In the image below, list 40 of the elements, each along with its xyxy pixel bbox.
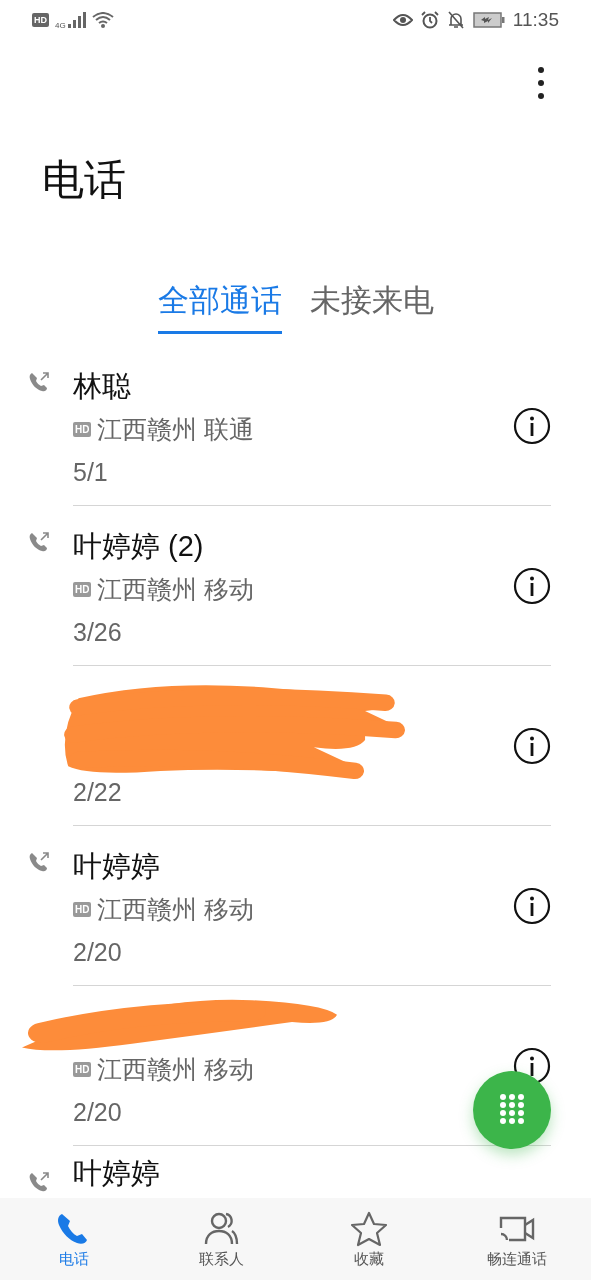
info-icon[interactable] (513, 566, 551, 605)
info-icon[interactable] (513, 726, 551, 765)
hd-badge: HD (73, 1062, 92, 1077)
more-options-icon[interactable] (537, 66, 545, 100)
network-label: 4G (55, 20, 66, 30)
call-date: 3/26 (73, 616, 123, 648)
nav-tab[interactable]: 电话 (0, 1198, 148, 1280)
caller-location: 江西赣州 移动 (97, 894, 255, 925)
alarm-icon (420, 11, 439, 29)
contact-name: 叶婷婷 (73, 1156, 160, 1191)
tab[interactable]: 未接来电 (309, 278, 434, 334)
muted-bell-icon (446, 11, 465, 29)
info-icon[interactable] (513, 886, 551, 925)
nav-tab[interactable]: 联系人 (147, 1198, 296, 1280)
nav-tab[interactable]: 畅连通话 (443, 1198, 591, 1280)
hd-badge: HD (73, 422, 92, 437)
hd-badge: HD (73, 582, 92, 597)
signal-icon (67, 12, 86, 28)
nav-tab[interactable]: 收藏 (295, 1198, 444, 1280)
contact-name: 叶婷婷 (73, 848, 161, 884)
caller-location: 江西赣州 联通 (97, 414, 255, 445)
call-date: 2/22 (73, 776, 122, 808)
call-date: 5/1 (73, 456, 109, 488)
battery-icon (472, 12, 505, 28)
caller-location: 江西赣州 移动 (97, 1054, 255, 1085)
star-icon (349, 1209, 390, 1248)
page-title: 电话 (41, 155, 127, 205)
hd-badge: HD (32, 13, 49, 27)
tab[interactable]: 全部通话 (157, 278, 282, 334)
contact-name: 林聪 (73, 368, 132, 404)
hd-badge: HD (73, 902, 92, 917)
dialpad-icon (499, 1093, 525, 1127)
call-date: 2/20 (73, 1096, 123, 1128)
info-icon[interactable] (513, 406, 551, 445)
caller-location: 江西赣州 移动 (97, 574, 255, 605)
clock-time: 11:35 (512, 9, 559, 31)
wifi-icon (91, 12, 114, 28)
eye-icon (392, 13, 413, 27)
contact-name: 叶婷婷 (2) (73, 528, 205, 564)
call-date: 2/20 (73, 936, 123, 968)
